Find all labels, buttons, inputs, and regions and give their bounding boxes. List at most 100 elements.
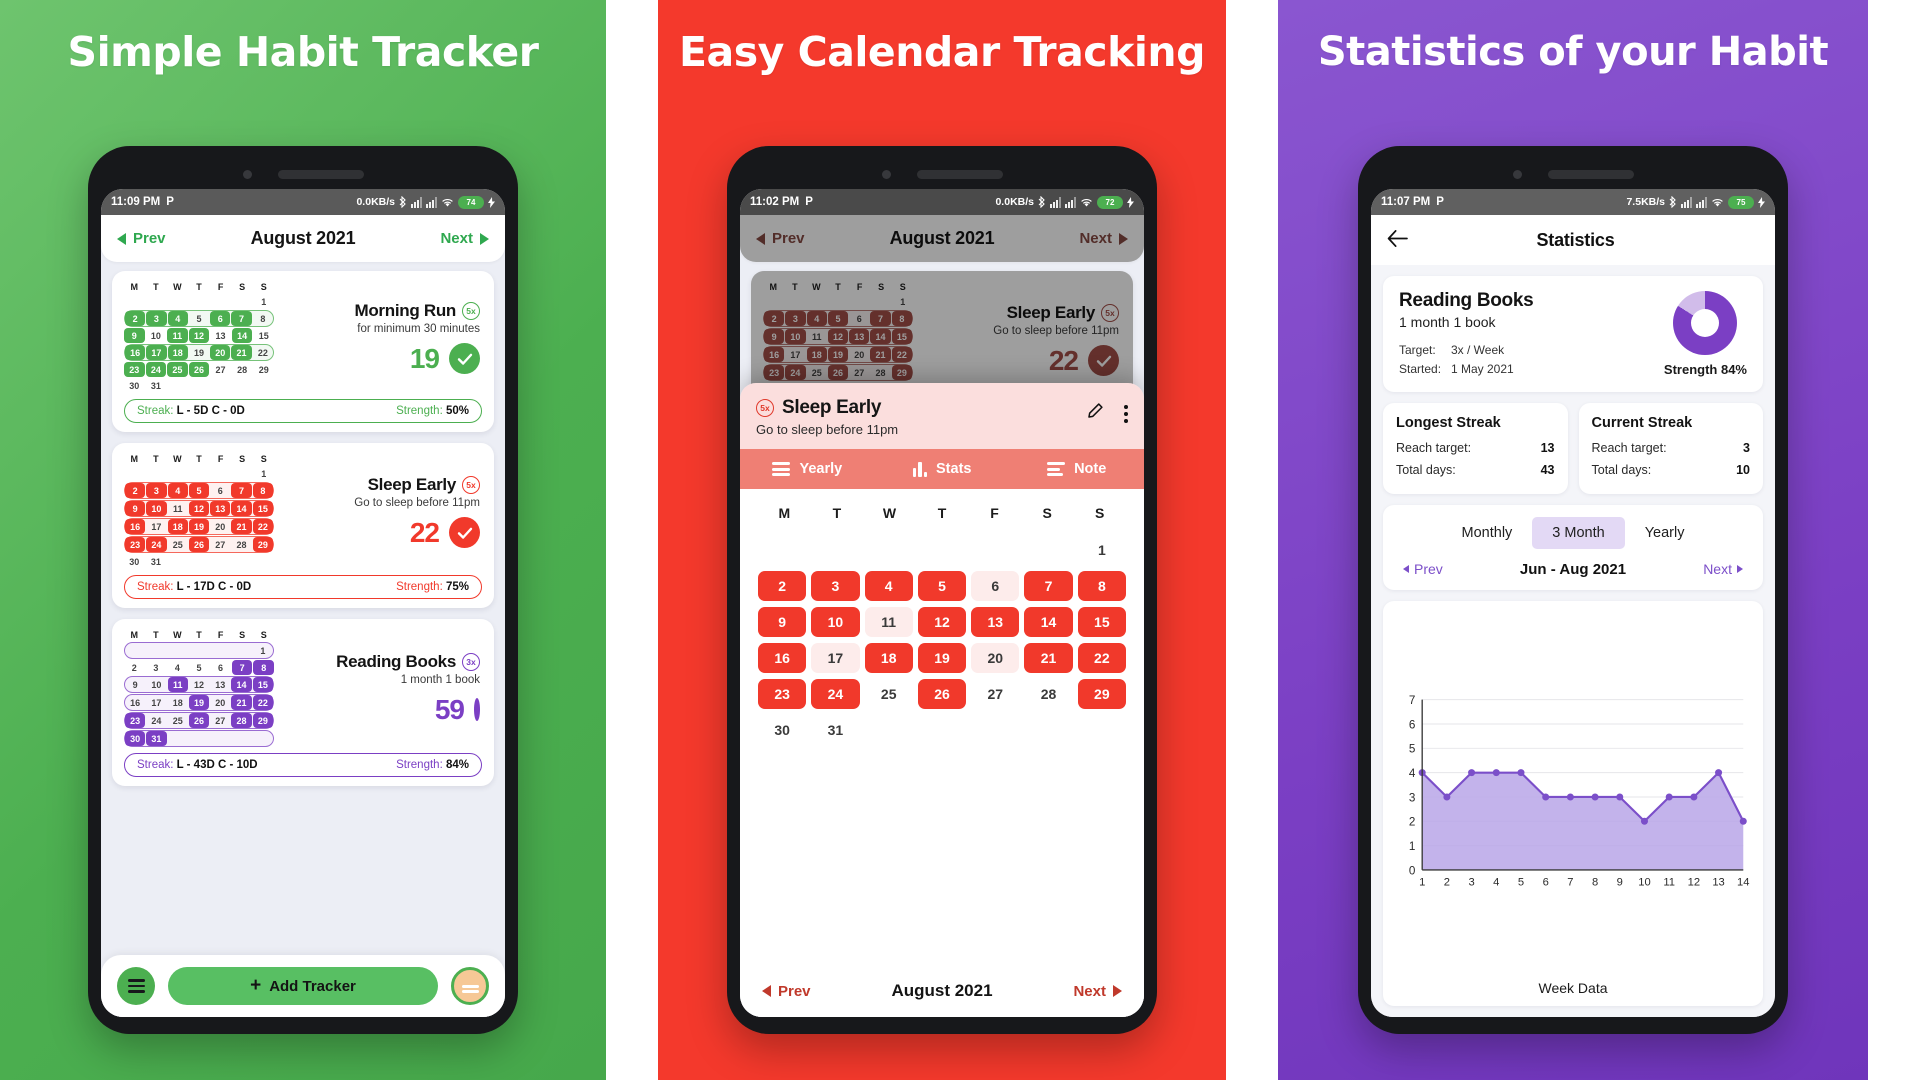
calendar-day[interactable]: 24: [785, 365, 806, 380]
calendar-day[interactable]: 6: [971, 571, 1020, 601]
calendar-day[interactable]: 16: [764, 347, 785, 362]
calendar-day[interactable]: 30: [758, 715, 806, 745]
calendar-day[interactable]: 8: [252, 483, 273, 498]
calendar-day[interactable]: 29: [1077, 679, 1126, 709]
calendar-day[interactable]: 1: [253, 643, 273, 658]
calendar-day[interactable]: 28: [870, 365, 890, 380]
calendar-day[interactable]: 6: [210, 311, 231, 326]
calendar-day[interactable]: 6: [210, 483, 230, 498]
calendar-day[interactable]: 29: [252, 537, 273, 552]
calendar-day[interactable]: 22: [1077, 643, 1126, 673]
calendar-day[interactable]: 18: [167, 345, 188, 360]
calendar-day[interactable]: 17: [785, 347, 805, 362]
calendar-day[interactable]: 1: [892, 294, 913, 309]
calendar-day[interactable]: 5: [189, 660, 210, 675]
calendar-day[interactable]: 13: [849, 329, 870, 344]
calendar-day[interactable]: 4: [167, 483, 188, 498]
calendar-day[interactable]: 11: [167, 677, 188, 692]
habit-card[interactable]: M T W T F S S 1 2 3 4 5 6 7 8 9 10 11 12 13 14 15 16 17 18 19 20 21…: [112, 619, 494, 786]
calendar-day[interactable]: 3: [785, 311, 806, 326]
calendar-day[interactable]: 26: [827, 365, 849, 380]
calendar-day[interactable]: 8: [253, 311, 273, 326]
calendar-day[interactable]: 31: [146, 554, 167, 569]
avatar[interactable]: [451, 967, 489, 1005]
calendar-day[interactable]: 5: [189, 311, 209, 326]
calendar-day[interactable]: 15: [252, 677, 273, 692]
calendar-day[interactable]: 13: [210, 677, 230, 692]
calendar-day[interactable]: 13: [971, 607, 1020, 637]
calendar-day[interactable]: 20: [849, 347, 869, 362]
calendar-day[interactable]: 17: [811, 643, 860, 673]
calendar-day[interactable]: 27: [210, 537, 230, 552]
calendar-day[interactable]: 26: [188, 713, 210, 728]
calendar-day[interactable]: 9: [758, 607, 807, 637]
calendar-day[interactable]: 12: [917, 607, 967, 637]
menu-button[interactable]: [117, 967, 155, 1005]
calendar-day[interactable]: 7: [231, 660, 253, 675]
calendar-day[interactable]: 29: [253, 362, 274, 377]
habit-card[interactable]: M T W T F S S 1 2 3 4 5 6 7 8 9 10 11 12 13 14 15 16 17 18 19 20 21…: [112, 271, 494, 432]
calendar-day[interactable]: 29: [252, 713, 273, 728]
calendar-day[interactable]: 24: [146, 537, 167, 552]
calendar-day[interactable]: 25: [168, 713, 188, 728]
calendar-day[interactable]: 13: [210, 328, 231, 343]
calendar-day[interactable]: 1: [253, 294, 274, 309]
calendar-day[interactable]: 14: [1024, 607, 1073, 637]
calendar-day[interactable]: 10: [146, 501, 167, 516]
calendar-day[interactable]: 22: [253, 345, 273, 360]
sheet-prev-button[interactable]: Prev: [762, 983, 811, 1000]
calendar-day[interactable]: 21: [1024, 643, 1073, 673]
more-vertical-icon[interactable]: [1124, 405, 1128, 423]
calendar-day[interactable]: 15: [891, 329, 912, 344]
calendar-day[interactable]: 27: [971, 679, 1019, 709]
calendar-day[interactable]: 15: [1077, 607, 1126, 637]
calendar-day[interactable]: 1: [253, 466, 274, 481]
calendar-day[interactable]: 17: [146, 695, 166, 710]
calendar-day[interactable]: 5: [917, 571, 967, 601]
calendar-day[interactable]: 3: [146, 311, 167, 326]
calendar-day[interactable]: 21: [870, 347, 891, 362]
calendar-day[interactable]: 19: [188, 695, 210, 710]
calendar-day[interactable]: 1: [1078, 535, 1126, 565]
period-option-monthly[interactable]: Monthly: [1442, 517, 1533, 549]
next-month-button-2[interactable]: Next: [1079, 230, 1128, 247]
calendar-day[interactable]: 10: [811, 607, 860, 637]
calendar-day[interactable]: 11: [864, 607, 913, 637]
sheet-tab-yearly[interactable]: Yearly: [740, 449, 875, 489]
calendar-day[interactable]: 12: [189, 677, 209, 692]
calendar-day[interactable]: 22: [252, 519, 273, 534]
calendar-day[interactable]: 26: [188, 537, 210, 552]
calendar-day[interactable]: 19: [188, 519, 210, 534]
calendar-day[interactable]: 21: [231, 519, 252, 534]
calendar-day[interactable]: 7: [870, 311, 891, 326]
calendar-day[interactable]: 29: [891, 365, 912, 380]
period-prev-button[interactable]: Prev: [1403, 561, 1443, 577]
calendar-day[interactable]: 25: [865, 679, 913, 709]
calendar-day[interactable]: 4: [167, 660, 188, 675]
calendar-day[interactable]: 7: [1024, 571, 1073, 601]
habit-status[interactable]: [474, 697, 480, 721]
pencil-icon[interactable]: [1085, 402, 1104, 426]
calendar-day[interactable]: 23: [125, 713, 146, 728]
sheet-next-button[interactable]: Next: [1073, 983, 1122, 1000]
calendar-day[interactable]: 14: [870, 329, 891, 344]
calendar-day[interactable]: 2: [125, 483, 146, 498]
calendar-day[interactable]: 24: [145, 362, 167, 377]
calendar-day[interactable]: 20: [210, 345, 231, 360]
calendar-day[interactable]: 16: [125, 695, 145, 710]
calendar-day[interactable]: 31: [146, 731, 167, 746]
calendar-day[interactable]: 9: [124, 328, 145, 343]
calendar-day[interactable]: 22: [252, 695, 273, 710]
calendar-day[interactable]: 27: [210, 362, 231, 377]
calendar-day[interactable]: 17: [146, 519, 166, 534]
calendar-day[interactable]: 9: [764, 329, 785, 344]
calendar-day[interactable]: 20: [210, 695, 230, 710]
calendar-day[interactable]: 8: [891, 311, 912, 326]
calendar-day[interactable]: 21: [231, 345, 252, 360]
calendar-day[interactable]: 14: [231, 328, 253, 343]
calendar-day[interactable]: 18: [806, 347, 827, 362]
calendar-day[interactable]: 16: [125, 345, 146, 360]
calendar-day[interactable]: 11: [167, 328, 188, 343]
calendar-day[interactable]: 6: [849, 311, 869, 326]
month-navigation-bar-2[interactable]: Prev August 2021 Next: [740, 215, 1144, 262]
